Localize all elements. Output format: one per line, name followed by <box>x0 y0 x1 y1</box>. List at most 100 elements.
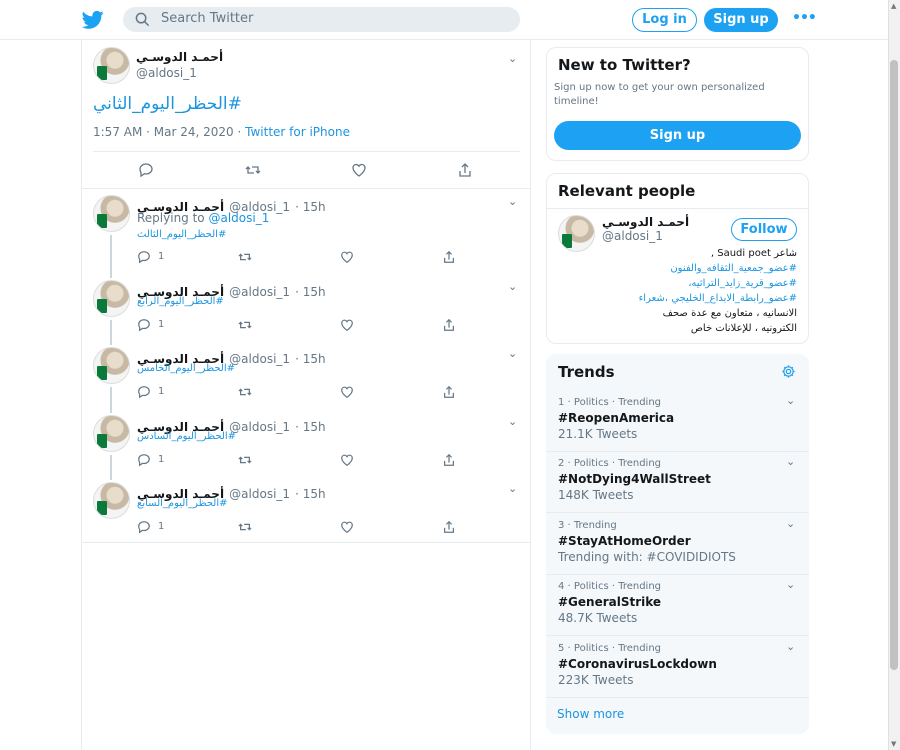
divider <box>82 542 530 543</box>
tweet-hashtag[interactable]: #الحظر_اليوم_الثاني <box>93 94 242 114</box>
reply-icon[interactable] <box>137 250 151 264</box>
author-handle[interactable]: @aldosi_1 <box>136 66 197 80</box>
avatar[interactable] <box>93 415 130 452</box>
search-input[interactable]: Search Twitter <box>161 11 253 26</box>
reply-count: 1 <box>158 454 165 465</box>
bio-text: شاعر Saudi poet , <box>710 248 797 259</box>
tweet-timestamp[interactable]: 1:57 AM · Mar 24, 2020 <box>93 125 234 139</box>
trend-name[interactable]: #NotDying4WallStreet <box>558 472 711 486</box>
chevron-down-icon[interactable]: ⌄ <box>786 517 795 530</box>
tweet-age[interactable]: · 15h <box>295 487 326 501</box>
chevron-down-icon[interactable]: ⌄ <box>786 578 795 591</box>
trend-meta: 1 · Politics · Trending <box>558 397 662 408</box>
retweet-icon[interactable] <box>238 520 252 534</box>
author-name[interactable]: أحمـد الدوسـي <box>136 50 223 64</box>
trend-name[interactable]: #StayAtHomeOrder <box>558 534 691 548</box>
avatar[interactable] <box>558 215 595 252</box>
trend-name[interactable]: #ReopenAmerica <box>558 411 674 425</box>
share-icon[interactable] <box>442 250 456 264</box>
author-handle[interactable]: @aldosi_1 <box>229 420 290 434</box>
card-title: Trends <box>558 363 615 381</box>
retweet-icon[interactable] <box>238 385 252 399</box>
author-handle[interactable]: @aldosi_1 <box>229 285 290 299</box>
avatar[interactable] <box>93 280 130 317</box>
reply-icon[interactable] <box>137 318 151 332</box>
chevron-down-icon[interactable]: ⌄ <box>786 455 795 468</box>
tweet-hashtag[interactable]: #الحظر_اليوم_السابع <box>137 498 227 509</box>
chevron-down-icon[interactable]: ⌄ <box>786 394 795 407</box>
login-button[interactable]: Log in <box>632 8 697 32</box>
reply-icon[interactable] <box>137 385 151 399</box>
tweet-source[interactable]: Twitter for iPhone <box>245 125 350 139</box>
bio-text: الكترونيه ، للإعلانات خاص <box>690 323 797 334</box>
tweet-age[interactable]: · 15h <box>295 200 326 214</box>
tweet-hashtag[interactable]: #الحظر_اليوم_الثالث <box>137 229 226 240</box>
person-handle[interactable]: @aldosi_1 <box>602 229 663 243</box>
follow-button[interactable]: Follow <box>731 218 797 241</box>
tweet-hashtag[interactable]: #الحظر_اليوم_الخامس <box>137 363 235 374</box>
reply-count: 1 <box>158 319 165 330</box>
tweet-hashtag[interactable]: #الحظر_اليوم_السادس <box>137 431 236 442</box>
scroll-up-icon[interactable]: ▲ <box>891 2 896 10</box>
tweet-age[interactable]: · 15h <box>295 352 326 366</box>
like-icon[interactable] <box>340 318 354 332</box>
retweet-icon[interactable] <box>238 250 252 264</box>
avatar[interactable] <box>93 47 130 84</box>
chevron-down-icon[interactable]: ⌄ <box>508 347 517 360</box>
like-icon[interactable] <box>340 520 354 534</box>
reply-count: 1 <box>158 386 165 397</box>
like-icon[interactable] <box>340 453 354 467</box>
signup-button[interactable]: Sign up <box>704 8 778 32</box>
reply-icon[interactable] <box>137 520 151 534</box>
chevron-down-icon[interactable]: ⌄ <box>508 52 517 65</box>
chevron-down-icon[interactable]: ⌄ <box>508 415 517 428</box>
person-name[interactable]: أحمـد الدوسـي <box>602 215 689 229</box>
share-icon[interactable] <box>442 453 456 467</box>
reply-icon[interactable] <box>137 453 151 467</box>
trend-name[interactable]: #GeneralStrike <box>558 595 661 609</box>
retweet-icon[interactable] <box>245 162 261 178</box>
share-icon[interactable] <box>442 520 456 534</box>
tweet-age[interactable]: · 15h <box>295 285 326 299</box>
chevron-down-icon[interactable]: ⌄ <box>508 482 517 495</box>
gear-icon[interactable] <box>781 364 796 379</box>
tweet-age[interactable]: · 15h <box>295 420 326 434</box>
chevron-down-icon[interactable]: ⌄ <box>786 640 795 653</box>
scroll-down-icon[interactable]: ▼ <box>891 740 896 748</box>
search-box[interactable]: Search Twitter <box>123 7 520 32</box>
replying-to-handle[interactable]: @aldosi_1 <box>208 211 269 225</box>
show-more-link[interactable]: Show more <box>557 707 624 721</box>
trend-count: Trending with: #COVIDIDIOTS <box>558 550 736 564</box>
chevron-down-icon[interactable]: ⌄ <box>508 280 517 293</box>
meta-separator: · <box>233 125 246 139</box>
chevron-down-icon[interactable]: ⌄ <box>508 195 517 208</box>
trend-count: 21.1K Tweets <box>558 427 638 441</box>
reply-count: 1 <box>158 521 165 532</box>
share-icon[interactable] <box>442 385 456 399</box>
signup-cta-button[interactable]: Sign up <box>554 121 801 150</box>
reply-icon[interactable] <box>138 162 154 178</box>
author-handle[interactable]: @aldosi_1 <box>229 487 290 501</box>
more-icon[interactable]: ••• <box>792 10 817 26</box>
avatar[interactable] <box>93 195 130 232</box>
avatar[interactable] <box>93 347 130 384</box>
replying-to: Replying to @aldosi_1 <box>137 211 269 225</box>
retweet-icon[interactable] <box>238 453 252 467</box>
like-icon[interactable] <box>351 162 367 178</box>
tweet-hashtag[interactable]: #الحظر_اليوم_الرابع <box>137 296 224 307</box>
scrollbar-thumb[interactable] <box>890 60 898 670</box>
bio-text: الانسانيه ، متعاون مع عدة صحف <box>662 308 797 319</box>
bio-hashtag-link[interactable]: #عضو_جمعية_الثقافه_والفنون <box>600 261 797 276</box>
retweet-icon[interactable] <box>238 318 252 332</box>
like-icon[interactable] <box>340 250 354 264</box>
author-handle[interactable]: @aldosi_1 <box>229 352 290 366</box>
share-icon[interactable] <box>442 318 456 332</box>
avatar[interactable] <box>93 482 130 519</box>
twitter-logo-icon[interactable] <box>82 10 104 30</box>
bio-hashtag-link[interactable]: #عضو_قرية_زايد_التراثيه، <box>600 276 797 291</box>
trend-name[interactable]: #CoronavirusLockdown <box>558 657 717 671</box>
bio-hashtag-link[interactable]: #عضو_رابطة_الابداع_الخليجي ،شعراء <box>600 291 797 306</box>
like-icon[interactable] <box>340 385 354 399</box>
divider <box>546 512 809 513</box>
share-icon[interactable] <box>457 162 473 178</box>
